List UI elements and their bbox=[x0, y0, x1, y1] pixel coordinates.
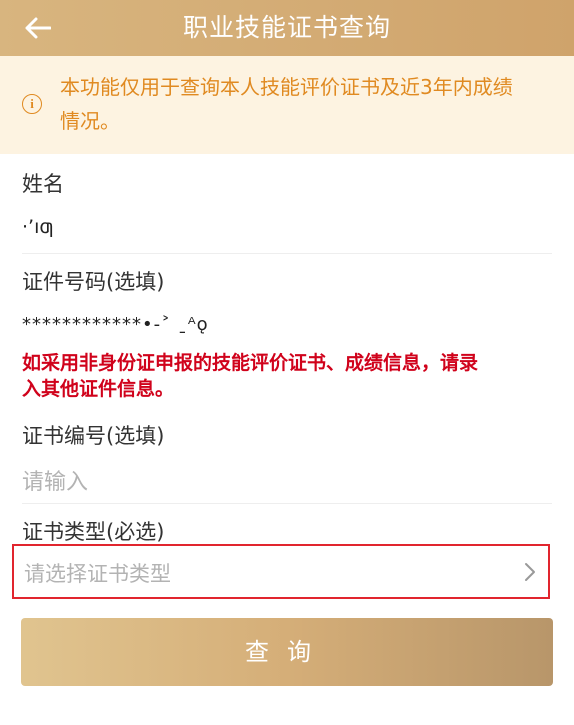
name-label: 姓名 bbox=[22, 172, 64, 196]
page-title: 职业技能证书查询 bbox=[182, 13, 391, 42]
top-bar: 职业技能证书查询 bbox=[0, 0, 574, 56]
cert-type-placeholder: 请选择证书类型 bbox=[24, 562, 171, 586]
cert-type-select[interactable]: 请选择证书类型 bbox=[12, 544, 550, 599]
cert-query-page: 职业技能证书查询 i 本功能仅用于查询本人技能评价证书及近3年内成绩 情况。 姓… bbox=[0, 0, 574, 725]
name-field[interactable]: ·’ıƣ bbox=[22, 216, 54, 238]
notice-text-line1: 本功能仅用于查询本人技能评价证书及近3年内成绩 bbox=[60, 75, 513, 99]
notice-text-line2: 情况。 bbox=[60, 109, 120, 133]
warning-line1: 如采用非身份证申报的技能评价证书、成绩信息，请录 bbox=[22, 352, 479, 374]
notice-text: 本功能仅用于查询本人技能评价证书及近3年内成绩 情况。 bbox=[60, 70, 560, 138]
id-number-field[interactable]: ************•‐˃ ˍᴬǫ bbox=[22, 314, 209, 335]
divider bbox=[22, 503, 552, 504]
warning-line2: 入其他证件信息。 bbox=[22, 378, 175, 400]
id-number-label: 证件号码(选填) bbox=[22, 270, 165, 294]
id-warning-text: 如采用非身份证申报的技能评价证书、成绩信息，请录 入其他证件信息。 bbox=[22, 350, 552, 402]
cert-number-label: 证书编号(选填) bbox=[22, 424, 165, 448]
divider bbox=[22, 253, 552, 254]
notice-banner: i 本功能仅用于查询本人技能评价证书及近3年内成绩 情况。 bbox=[0, 56, 574, 154]
chevron-right-icon bbox=[525, 563, 535, 581]
cert-type-label: 证书类型(必选) bbox=[22, 520, 165, 544]
cert-number-input[interactable]: 请输入 bbox=[22, 464, 88, 496]
query-button[interactable]: 查询 bbox=[21, 618, 553, 686]
info-circle-icon: i bbox=[22, 94, 42, 114]
